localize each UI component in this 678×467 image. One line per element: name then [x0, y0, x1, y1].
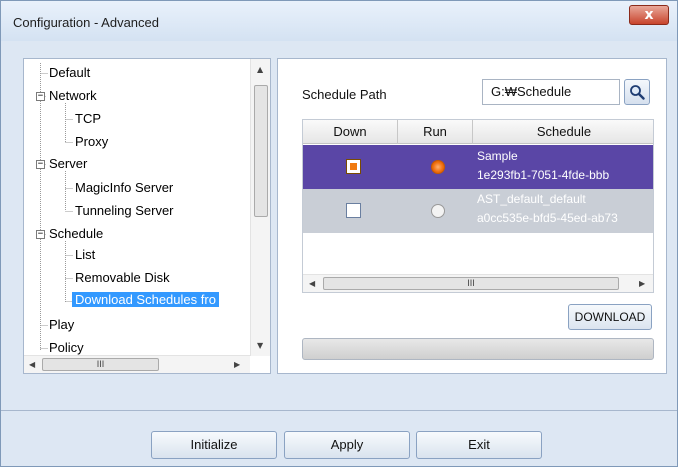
scroll-left-icon[interactable]: ◀ [29, 360, 35, 369]
column-header-run[interactable]: Run [398, 124, 472, 139]
download-button[interactable]: DOWNLOAD [568, 304, 652, 330]
down-checkbox[interactable] [346, 203, 361, 218]
config-window: Configuration - Advanced x Default − Net… [0, 0, 678, 467]
table-row[interactable]: Sample 1e293fb1-7051-4fde-bbb [303, 145, 653, 189]
tree-item-tcp[interactable]: TCP [75, 111, 101, 126]
schedule-path-label: Schedule Path [302, 87, 387, 102]
close-button[interactable]: x [629, 5, 669, 25]
tree-horizontal-scroll-thumb[interactable]: III [42, 358, 159, 371]
tree-item-default[interactable]: Default [49, 65, 90, 80]
scroll-up-icon[interactable]: ▲ [257, 65, 263, 74]
apply-button[interactable]: Apply [284, 431, 410, 459]
tree-vertical-scrollbar[interactable]: ▲ ▼ [250, 59, 270, 356]
schedule-name: AST_default_default [477, 192, 586, 206]
scroll-right-icon[interactable]: ▶ [234, 360, 240, 369]
tree-item-server[interactable]: Server [49, 156, 87, 171]
table-horizontal-scrollbar[interactable]: ◀ III ▶ [303, 274, 653, 292]
run-radio[interactable] [431, 160, 445, 174]
tree-item-proxy[interactable]: Proxy [75, 134, 108, 149]
collapse-icon[interactable]: − [36, 92, 45, 101]
run-radio[interactable] [431, 204, 445, 218]
schedule-name: Sample [477, 149, 518, 163]
footer-divider [1, 410, 677, 411]
table-row[interactable]: AST_default_default a0cc535e-bfd5-45ed-a… [303, 189, 653, 233]
tree-item-play[interactable]: Play [49, 317, 74, 332]
schedule-table: Down Run Schedule Sample 1e293fb1-7051-4… [302, 119, 654, 293]
tree-item-tunneling-server[interactable]: Tunneling Server [75, 203, 174, 218]
window-title: Configuration - Advanced [13, 15, 159, 30]
browse-button[interactable] [624, 79, 650, 105]
tree-item-policy[interactable]: Policy [49, 340, 84, 355]
scroll-right-icon[interactable]: ▶ [639, 279, 645, 288]
table-horizontal-scroll-thumb[interactable]: III [323, 277, 619, 290]
settings-tree: Default − Network TCP Proxy − Server Mag… [24, 59, 249, 356]
schedule-id: 1e293fb1-7051-4fde-bbb [477, 168, 610, 182]
tree-horizontal-scrollbar[interactable]: ◀ III ▶ [24, 355, 250, 373]
magnifier-icon [630, 85, 645, 100]
tree-item-network[interactable]: Network [49, 88, 97, 103]
tree-vertical-scroll-thumb[interactable] [254, 85, 268, 217]
collapse-icon[interactable]: − [36, 160, 45, 169]
column-header-down[interactable]: Down [303, 124, 397, 139]
column-header-schedule[interactable]: Schedule [473, 124, 653, 139]
exit-button[interactable]: Exit [416, 431, 542, 459]
tree-item-schedule[interactable]: Schedule [49, 226, 103, 241]
download-schedules-panel: Schedule Path G:₩Schedule Down Run Sched… [277, 58, 667, 374]
download-progress-bar [302, 338, 654, 360]
title-bar: Configuration - Advanced x [1, 1, 677, 41]
tree-item-removable-disk[interactable]: Removable Disk [75, 270, 170, 285]
tree-item-list[interactable]: List [75, 247, 95, 262]
tree-item-download-schedules[interactable]: Download Schedules fro [72, 292, 219, 307]
collapse-icon[interactable]: − [36, 230, 45, 239]
tree-item-magicinfo-server[interactable]: MagicInfo Server [75, 180, 173, 195]
scroll-left-icon[interactable]: ◀ [309, 279, 315, 288]
schedule-path-input[interactable]: G:₩Schedule [482, 79, 620, 105]
schedule-id: a0cc535e-bfd5-45ed-ab73 [477, 211, 618, 225]
settings-tree-panel: Default − Network TCP Proxy − Server Mag… [23, 58, 271, 374]
scroll-down-icon[interactable]: ▼ [257, 341, 263, 350]
table-header: Down Run Schedule [303, 120, 653, 144]
down-checkbox[interactable] [346, 159, 361, 174]
initialize-button[interactable]: Initialize [151, 431, 277, 459]
